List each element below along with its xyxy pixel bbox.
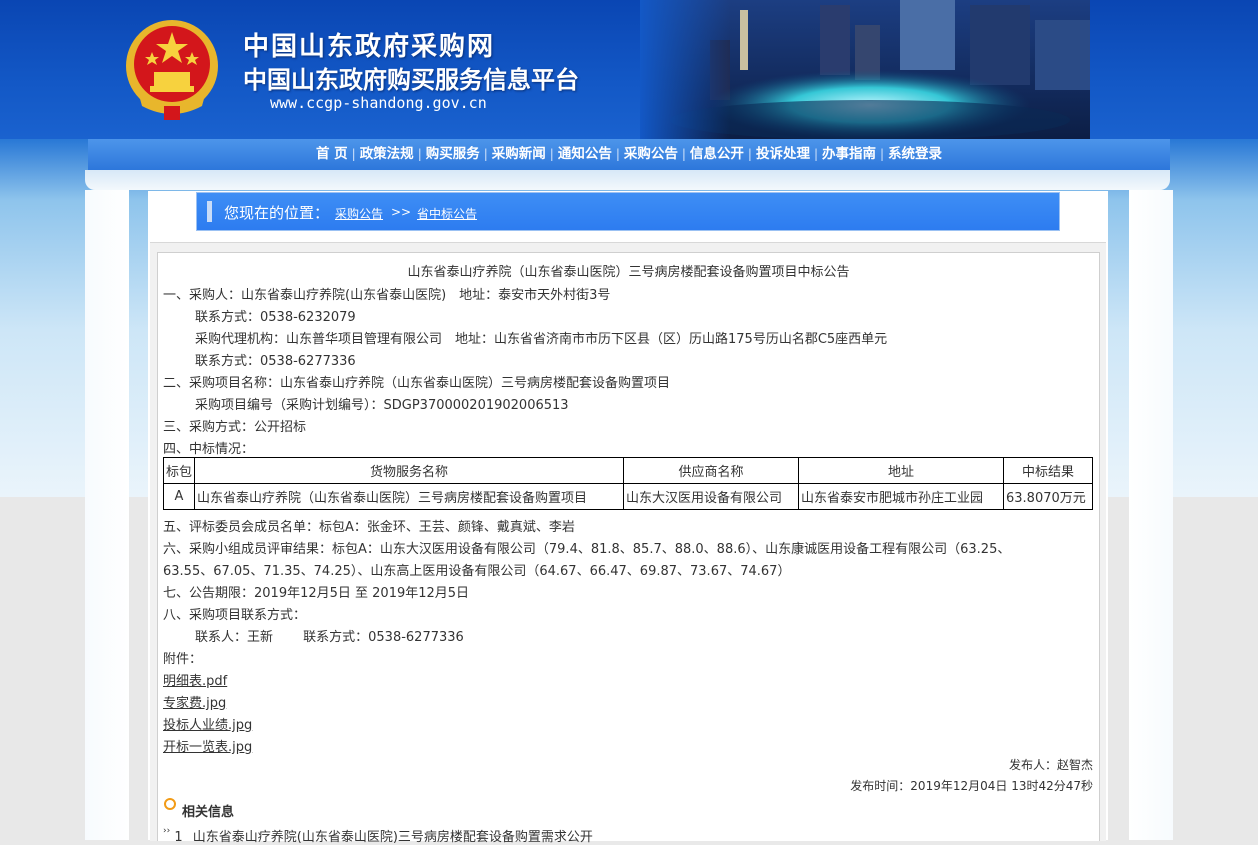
breadcrumb-marker: [207, 201, 212, 222]
notice-line: 七、公告期限：2019年12月5日 至 2019年12月5日: [163, 586, 470, 601]
publish-time: 发布时间：2019年12月04日 13时42分47秒: [850, 779, 1093, 793]
notice-line: 采购代理机构：山东普华项目管理有限公司 地址：山东省省济南市市历下区县（区）历山…: [195, 332, 888, 347]
publisher: 发布人：赵智杰: [1008, 758, 1093, 772]
arrow-icon: ››: [163, 826, 171, 836]
nav-item-policy[interactable]: 政策法规: [356, 146, 418, 162]
notice-line: 二、采购项目名称：山东省泰山疗养院（山东省泰山医院）三号病房楼配套设备购置项目: [163, 376, 671, 391]
table-header: 供应商名称: [623, 457, 799, 484]
table-header: 中标结果: [1003, 457, 1093, 484]
notice-line: 三、采购方式：公开招标: [163, 420, 307, 435]
site-title: 中国山东政府采购网: [243, 32, 496, 62]
site-url: www.ccgp-shandong.gov.cn: [270, 94, 487, 112]
table-header: 货物服务名称: [194, 457, 624, 484]
table-cell: 63.8070万元: [1003, 483, 1093, 510]
breadcrumb-separator: >>: [391, 205, 412, 219]
national-emblem-icon: [126, 20, 218, 120]
notice-line: 四、中标情况：: [163, 442, 255, 457]
table-cell: 山东省泰安市肥城市孙庄工业园: [798, 483, 1004, 510]
breadcrumb: 您现在的位置： 采购公告 >> 省中标公告: [196, 192, 1060, 231]
breadcrumb-title: 您现在的位置：: [224, 204, 330, 222]
notice-title: 山东省泰山疗养院（山东省泰山医院）三号病房楼配套设备购置项目中标公告: [407, 265, 850, 280]
notice-line: 六、采购小组成员评审结果：标包A：山东大汉医用设备有限公司（79.4、81.8、…: [163, 542, 1011, 557]
attachment-link[interactable]: 投标人业绩.jpg: [163, 714, 252, 733]
nav-item-login[interactable]: 系统登录: [884, 146, 946, 162]
nav-item-procurement-announcements[interactable]: 采购公告: [620, 146, 682, 162]
header-banner: 中国山东政府采购网 中国山东政府购买服务信息平台 www.ccgp-shando…: [0, 0, 1258, 139]
attachment-link[interactable]: 明细表.pdf: [163, 670, 227, 689]
left-side-column: [85, 190, 129, 840]
notice-line: 联系方式：0538-6232079: [195, 310, 356, 325]
breadcrumb-link-procurement[interactable]: 采购公告: [335, 205, 383, 222]
nav-item-procurement-news[interactable]: 采购新闻: [488, 146, 550, 162]
table-header-row: 标包 货物服务名称 供应商名称 地址 中标结果: [163, 457, 1093, 484]
table-header: 标包: [163, 457, 195, 484]
table-cell: 山东省泰山疗养院（山东省泰山医院）三号病房楼配套设备购置项目: [194, 483, 624, 510]
related-info-title: 相关信息: [182, 805, 235, 820]
right-side-column: [1129, 190, 1173, 840]
notice-line: 63.55、67.05、71.35、74.25）、山东高上医用设备有限公司（64…: [163, 564, 791, 579]
table-header: 地址: [798, 457, 1004, 484]
breadcrumb-link-award[interactable]: 省中标公告: [417, 205, 477, 222]
circle-bullet-icon: [164, 798, 176, 810]
nav-item-notices[interactable]: 通知公告: [554, 146, 616, 162]
notice-line: 联系方式：0538-6277336: [195, 354, 356, 369]
main-nav: 首 页 | 政策法规 | 购买服务 | 采购新闻 | 通知公告 | 采购公告 | 信息公开 | 投诉处理 | 办…: [88, 139, 1170, 170]
nav-item-home[interactable]: 首 页: [312, 146, 352, 162]
nav-item-guide[interactable]: 办事指南: [818, 146, 880, 162]
table-row: A 山东省泰山疗养院（山东省泰山医院）三号病房楼配套设备购置项目 山东大汉医用设…: [163, 483, 1093, 510]
attachment-link[interactable]: 专家费.jpg: [163, 692, 226, 711]
notice-line: 采购项目编号（采购计划编号）：SDGP370000201902006513: [195, 398, 569, 413]
nav-underlay: [85, 170, 1170, 190]
related-item-index: 1: [174, 830, 183, 845]
award-table: 标包 货物服务名称 供应商名称 地址 中标结果 A 山东省泰山疗养院（山东省泰山…: [163, 457, 1093, 510]
nav-item-purchase-services[interactable]: 购买服务: [422, 146, 484, 162]
nav-item-complaints[interactable]: 投诉处理: [752, 146, 814, 162]
attachment-link[interactable]: 开标一览表.jpg: [163, 736, 252, 755]
notice-line: 一、采购人：山东省泰山疗养院(山东省泰山医院) 地址：泰安市天外村街3号: [163, 288, 611, 303]
notice-line: 附件：: [163, 652, 203, 667]
notice-line: 八、采购项目联系方式：: [163, 608, 307, 623]
table-cell: 山东大汉医用设备有限公司: [623, 483, 799, 510]
related-item[interactable]: ›› 1 山东省泰山疗养院(山东省泰山医院)三号病房楼配套设备购置需求公开: [163, 826, 593, 845]
notice-line: 联系人：王新 联系方式：0538-6277336: [195, 630, 464, 645]
related-item-link[interactable]: 山东省泰山疗养院(山东省泰山医院)三号病房楼配套设备购置需求公开: [193, 830, 593, 845]
city-night-image: [640, 0, 1090, 139]
site-subtitle: 中国山东政府购买服务信息平台: [243, 66, 579, 94]
table-cell: A: [163, 483, 195, 510]
notice-line: 五、评标委员会成员名单：标包A：张金环、王芸、颜锋、戴真斌、李岩: [163, 520, 575, 535]
nav-item-disclosure[interactable]: 信息公开: [686, 146, 748, 162]
